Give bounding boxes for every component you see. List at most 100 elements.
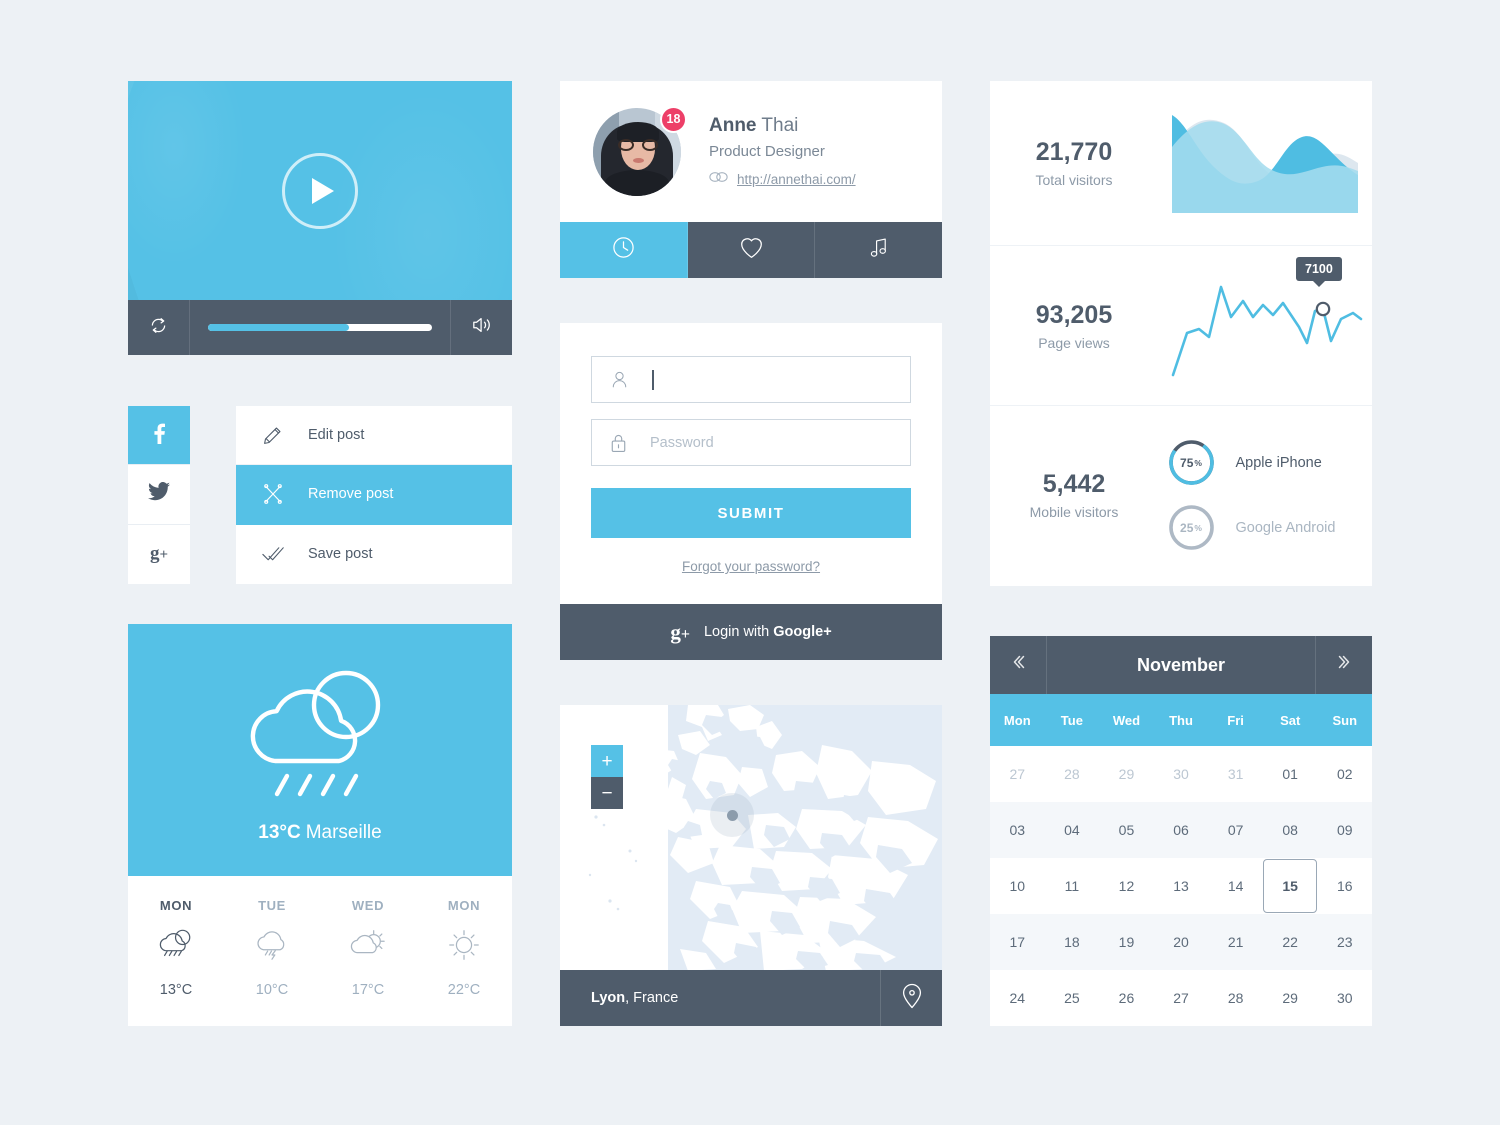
loop-icon — [148, 315, 169, 341]
calendar-day[interactable]: 21 — [1208, 914, 1263, 970]
calendar-day-label: 09 — [1336, 822, 1353, 838]
play-button[interactable] — [282, 152, 358, 229]
calendar-day[interactable]: 29 — [1263, 970, 1318, 1026]
menu-item-label: Save post — [308, 546, 373, 563]
calendar-next-button[interactable] — [1315, 636, 1372, 694]
calendar-day[interactable]: 22 — [1263, 914, 1318, 970]
map-location-marker[interactable] — [710, 793, 754, 837]
calendar-day-selected[interactable]: 15 — [1263, 858, 1318, 914]
calendar-month-title: November — [1136, 654, 1226, 675]
google-login-button[interactable]: g+ Login with Google+ — [560, 604, 942, 660]
calendar-day-label: 01 — [1282, 766, 1298, 782]
calendar-day[interactable]: 09 — [1317, 802, 1372, 858]
calendar-day[interactable]: 01 — [1263, 746, 1318, 802]
calendar-day[interactable]: 02 — [1317, 746, 1372, 802]
map-stage[interactable]: + − — [560, 705, 942, 970]
calendar-day[interactable]: 12 — [1099, 858, 1154, 914]
calendar-day[interactable]: 23 — [1317, 914, 1372, 970]
calendar-day[interactable]: 25 — [1045, 970, 1100, 1026]
social-button-twitter[interactable] — [128, 465, 190, 525]
password-field-wrapper[interactable] — [591, 419, 911, 466]
calendar-day[interactable]: 03 — [990, 802, 1045, 858]
calendar-day[interactable]: 05 — [1099, 802, 1154, 858]
calendar-day-label: 30 — [1336, 990, 1353, 1006]
social-button-facebook[interactable] — [128, 406, 190, 466]
calendar-day[interactable]: 31 — [1208, 746, 1263, 802]
video-player-card — [128, 81, 512, 355]
calendar-day[interactable]: 28 — [1045, 746, 1100, 802]
forecast-temp: 13°C — [159, 982, 193, 998]
forecast-day-0[interactable]: MON 13°C — [128, 898, 224, 1026]
social-button-google-plus[interactable]: g+ — [128, 524, 190, 584]
calendar-day[interactable]: 08 — [1263, 802, 1318, 858]
forecast-day-1[interactable]: TUE 10°C — [224, 898, 320, 1026]
scissors-icon — [262, 483, 308, 505]
zoom-in-button[interactable]: + — [591, 745, 623, 777]
submit-button[interactable]: SUBMIT — [591, 488, 911, 538]
menu-item-edit-post[interactable]: Edit post — [236, 406, 512, 466]
calendar-day[interactable]: 04 — [1045, 802, 1100, 858]
calendar-day[interactable]: 29 — [1099, 746, 1154, 802]
calendar-day[interactable]: 24 — [990, 970, 1045, 1026]
menu-item-remove-post[interactable]: Remove post — [236, 465, 512, 525]
statistics-card: 21,770 Total visitors 93,205 Page views — [990, 81, 1372, 586]
zoom-out-button[interactable]: − — [591, 777, 623, 809]
stat-value: 21,770 — [1035, 138, 1113, 166]
heart-icon — [739, 236, 764, 264]
tab-likes[interactable] — [687, 222, 816, 278]
volume-button[interactable] — [450, 300, 512, 355]
sun-icon — [443, 927, 485, 968]
profile-info: Anne Thai Product Designer http://anneth… — [709, 115, 856, 188]
calendar-day[interactable]: 07 — [1208, 802, 1263, 858]
video-stage[interactable] — [128, 81, 512, 300]
calendar-day[interactable]: 27 — [990, 746, 1045, 802]
calendar-day[interactable]: 11 — [1045, 858, 1100, 914]
calendar-weekday: Thu — [1169, 712, 1193, 728]
calendar-day-label: 27 — [1173, 990, 1189, 1006]
menu-item-save-post[interactable]: Save post — [236, 525, 512, 584]
loop-button[interactable] — [128, 300, 190, 355]
weather-current: 13°C Marseille — [258, 822, 381, 844]
calendar-day[interactable]: 06 — [1154, 802, 1209, 858]
calendar-day[interactable]: 26 — [1099, 970, 1154, 1026]
calendar-day[interactable]: 17 — [990, 914, 1045, 970]
calendar-day-label: 15 — [1282, 878, 1298, 894]
music-note-icon — [867, 236, 890, 264]
forecast-day-name: TUE — [258, 898, 286, 913]
calendar-day[interactable]: 30 — [1154, 746, 1209, 802]
visitors-area-chart — [1172, 115, 1358, 213]
map-footer: Lyon, France — [560, 970, 942, 1026]
username-input[interactable] — [659, 371, 910, 388]
calendar-day[interactable]: 13 — [1154, 858, 1209, 914]
progress-track[interactable] — [208, 324, 432, 331]
username-field-wrapper[interactable] — [591, 356, 911, 403]
device-label-iphone: Apple iPhone — [1235, 454, 1322, 471]
calendar-day[interactable]: 10 — [990, 858, 1045, 914]
calendar-prev-button[interactable] — [990, 636, 1047, 694]
stat-page-views: 93,205 Page views — [990, 301, 1158, 351]
profile-website-link[interactable]: http://annethai.com/ — [737, 172, 856, 187]
notification-badge[interactable]: 18 — [660, 105, 687, 133]
calendar-day[interactable]: 30 — [1317, 970, 1372, 1026]
calendar-day-label: 02 — [1336, 766, 1353, 782]
calendar-day[interactable]: 28 — [1208, 970, 1263, 1026]
calendar-day[interactable]: 20 — [1154, 914, 1209, 970]
forecast-day-2[interactable]: WED 17°C — [320, 898, 416, 1026]
calendar-day-label: 17 — [1009, 934, 1026, 950]
login-card: SUBMIT Forgot your password? g+ Login wi… — [560, 323, 942, 660]
stat-row-page-views: 93,205 Page views 7100 — [990, 246, 1372, 406]
cloud-sun-icon — [347, 927, 389, 968]
tab-activity[interactable] — [560, 222, 688, 278]
locate-button[interactable] — [880, 970, 942, 1026]
forgot-password-link[interactable]: Forgot your password? — [591, 559, 911, 574]
video-progress[interactable] — [190, 300, 450, 355]
calendar-day[interactable]: 27 — [1154, 970, 1209, 1026]
forecast-day-3[interactable]: MON 22°C — [416, 898, 512, 1026]
calendar-day[interactable]: 19 — [1099, 914, 1154, 970]
calendar-day[interactable]: 18 — [1045, 914, 1100, 970]
calendar-weekday-header: Mon Tue Wed Thu Fri Sat Sun — [990, 694, 1372, 746]
tab-music[interactable] — [815, 222, 943, 278]
password-input[interactable] — [650, 434, 910, 451]
calendar-day[interactable]: 14 — [1208, 858, 1263, 914]
calendar-day[interactable]: 16 — [1317, 858, 1372, 914]
